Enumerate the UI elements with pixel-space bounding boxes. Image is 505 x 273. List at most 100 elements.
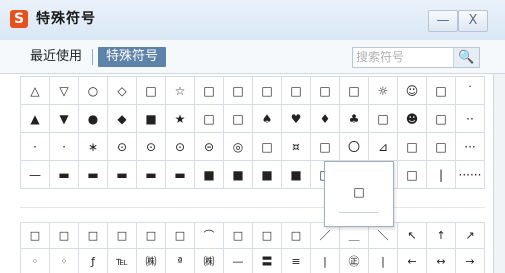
symbol-cell[interactable]: □ (21, 223, 50, 249)
search-input[interactable] (353, 48, 453, 67)
symbol-cell[interactable]: □ (137, 223, 166, 249)
symbol-cell[interactable]: → (456, 249, 485, 273)
symbol-cell[interactable]: ◇ (108, 77, 137, 105)
symbol-cell[interactable]: · (50, 133, 79, 161)
symbol-cell[interactable]: ● (79, 105, 108, 133)
symbol-cell[interactable]: ♦ (311, 105, 340, 133)
symbol-cell[interactable]: · (21, 133, 50, 161)
symbol-cell[interactable]: ○ (79, 77, 108, 105)
tab-recent[interactable]: 最近使用 (22, 47, 90, 67)
symbol-cell[interactable]: ¤ (282, 133, 311, 161)
symbol-cell[interactable]: □ (137, 77, 166, 105)
symbol-cell[interactable]: ▬ (166, 161, 195, 189)
symbol-cell[interactable]: □ (224, 223, 253, 249)
symbol-cell[interactable]: ◦ (21, 249, 50, 273)
symbol-cell[interactable]: □ (282, 223, 311, 249)
symbol-cell[interactable]: ■ (224, 161, 253, 189)
symbol-window: S 特殊符号 — X 最近使用 特殊符号 🔍 △▽○◇□☆□□□□□□☼☺□˙▲… (0, 0, 505, 273)
symbol-cell[interactable]: □ (427, 133, 456, 161)
symbol-cell[interactable]: □ (166, 223, 195, 249)
symbol-cell[interactable]: ▬ (79, 161, 108, 189)
symbol-cell[interactable]: □ (398, 161, 427, 189)
symbol-cell[interactable]: ▬ (50, 161, 79, 189)
symbol-cell[interactable]: | (427, 161, 456, 189)
symbol-cell[interactable]: ª (166, 249, 195, 273)
symbol-cell[interactable]: ㊣ (340, 249, 369, 273)
symbol-cell[interactable]: ⊙ (137, 133, 166, 161)
symbol-cell[interactable]: ······ (456, 161, 485, 189)
symbol-cell[interactable]: □ (224, 105, 253, 133)
symbol-cell[interactable]: ··· (456, 133, 485, 161)
tab-bar: 最近使用 特殊符号 🔍 (0, 40, 505, 74)
symbol-cell[interactable]: — (224, 249, 253, 273)
symbol-cell[interactable]: ☺ (398, 77, 427, 105)
symbol-cell[interactable]: ◆ (108, 105, 137, 133)
symbol-cell[interactable]: ☼ (369, 77, 398, 105)
symbol-cell[interactable]: △ (21, 77, 50, 105)
symbol-cell[interactable]: ♣ (340, 105, 369, 133)
symbol-cell[interactable]: | (311, 249, 340, 273)
symbol-cell[interactable]: ■ (282, 161, 311, 189)
symbol-cell[interactable]: ⊙ (108, 133, 137, 161)
symbol-cell[interactable]: ⊿ (369, 133, 398, 161)
symbol-cell[interactable]: □ (79, 223, 108, 249)
symbol-cell[interactable]: — (21, 161, 50, 189)
symbol-cell[interactable]: □ (224, 77, 253, 105)
symbol-cell[interactable]: ·· (456, 105, 485, 133)
symbol-cell[interactable]: ▬ (108, 161, 137, 189)
symbol-cell[interactable]: ƒ (79, 249, 108, 273)
symbol-cell[interactable]: ♥ (282, 105, 311, 133)
symbol-cell[interactable]: ˙ (456, 77, 485, 105)
symbol-cell[interactable]: ■ (137, 105, 166, 133)
symbol-grid-bottom: □ □ □ □ □ □ ⌒ □ □ □ ／ ＿ ＼ ↖ ↑ ↗ ◦ ◦ ƒ ℡ ㈱ ª ㈱ — 〓 ≡ | ㊣ | ← ↔ → (20, 222, 485, 273)
symbol-cell[interactable]: ■ (253, 161, 282, 189)
symbol-cell[interactable]: ♠ (253, 105, 282, 133)
symbol-cell[interactable]: □ (369, 105, 398, 133)
symbol-cell[interactable]: ⊙ (166, 133, 195, 161)
symbol-cell[interactable]: □ (311, 133, 340, 161)
symbol-cell[interactable]: □ (398, 133, 427, 161)
symbol-cell[interactable]: ⊝ (195, 133, 224, 161)
symbol-cell[interactable]: □ (253, 223, 282, 249)
symbol-cell[interactable]: □ (427, 77, 456, 105)
symbol-cell[interactable]: □ (50, 223, 79, 249)
symbol-cell[interactable]: 〓 (253, 249, 282, 273)
symbol-cell[interactable]: ■ (195, 161, 224, 189)
search-icon[interactable]: 🔍 (453, 48, 479, 67)
symbol-cell[interactable]: □ (108, 223, 137, 249)
symbol-cell[interactable]: ← (398, 249, 427, 273)
symbol-cell[interactable]: | (369, 249, 398, 273)
symbol-cell[interactable]: ▽ (50, 77, 79, 105)
symbol-cell[interactable]: ☆ (166, 77, 195, 105)
symbol-cell[interactable]: 〇 (340, 133, 369, 161)
symbol-cell[interactable]: □ (311, 77, 340, 105)
symbol-cell[interactable]: ↗ (456, 223, 485, 249)
symbol-cell[interactable]: □ (195, 105, 224, 133)
symbol-cell[interactable]: □ (253, 133, 282, 161)
symbol-cell[interactable]: ℡ (108, 249, 137, 273)
symbol-cell[interactable]: ∗ (79, 133, 108, 161)
symbol-cell[interactable]: ↖ (398, 223, 427, 249)
symbol-cell[interactable]: ☻ (398, 105, 427, 133)
symbol-cell[interactable]: ⌒ (195, 223, 224, 249)
symbol-cell[interactable]: □ (282, 77, 311, 105)
symbol-cell[interactable]: ▲ (21, 105, 50, 133)
symbol-cell[interactable]: ㈱ (137, 249, 166, 273)
symbol-cell[interactable]: □ (195, 77, 224, 105)
tab-special-symbols[interactable]: 特殊符号 (98, 47, 167, 67)
close-button[interactable]: X (458, 10, 488, 32)
scrollbar[interactable] (493, 74, 505, 273)
symbol-cell[interactable]: ↔ (427, 249, 456, 273)
symbol-cell[interactable]: ≡ (282, 249, 311, 273)
symbol-cell[interactable]: ★ (166, 105, 195, 133)
symbol-cell[interactable]: ▼ (50, 105, 79, 133)
symbol-cell[interactable]: ◦ (50, 249, 79, 273)
minimize-button[interactable]: — (428, 10, 458, 32)
symbol-cell[interactable]: □ (340, 77, 369, 105)
symbol-cell[interactable]: ㈱ (195, 249, 224, 273)
symbol-cell[interactable]: ▬ (137, 161, 166, 189)
symbol-cell[interactable]: ↑ (427, 223, 456, 249)
symbol-cell[interactable]: ◎ (224, 133, 253, 161)
symbol-cell[interactable]: □ (253, 77, 282, 105)
symbol-cell[interactable]: □ (427, 105, 456, 133)
